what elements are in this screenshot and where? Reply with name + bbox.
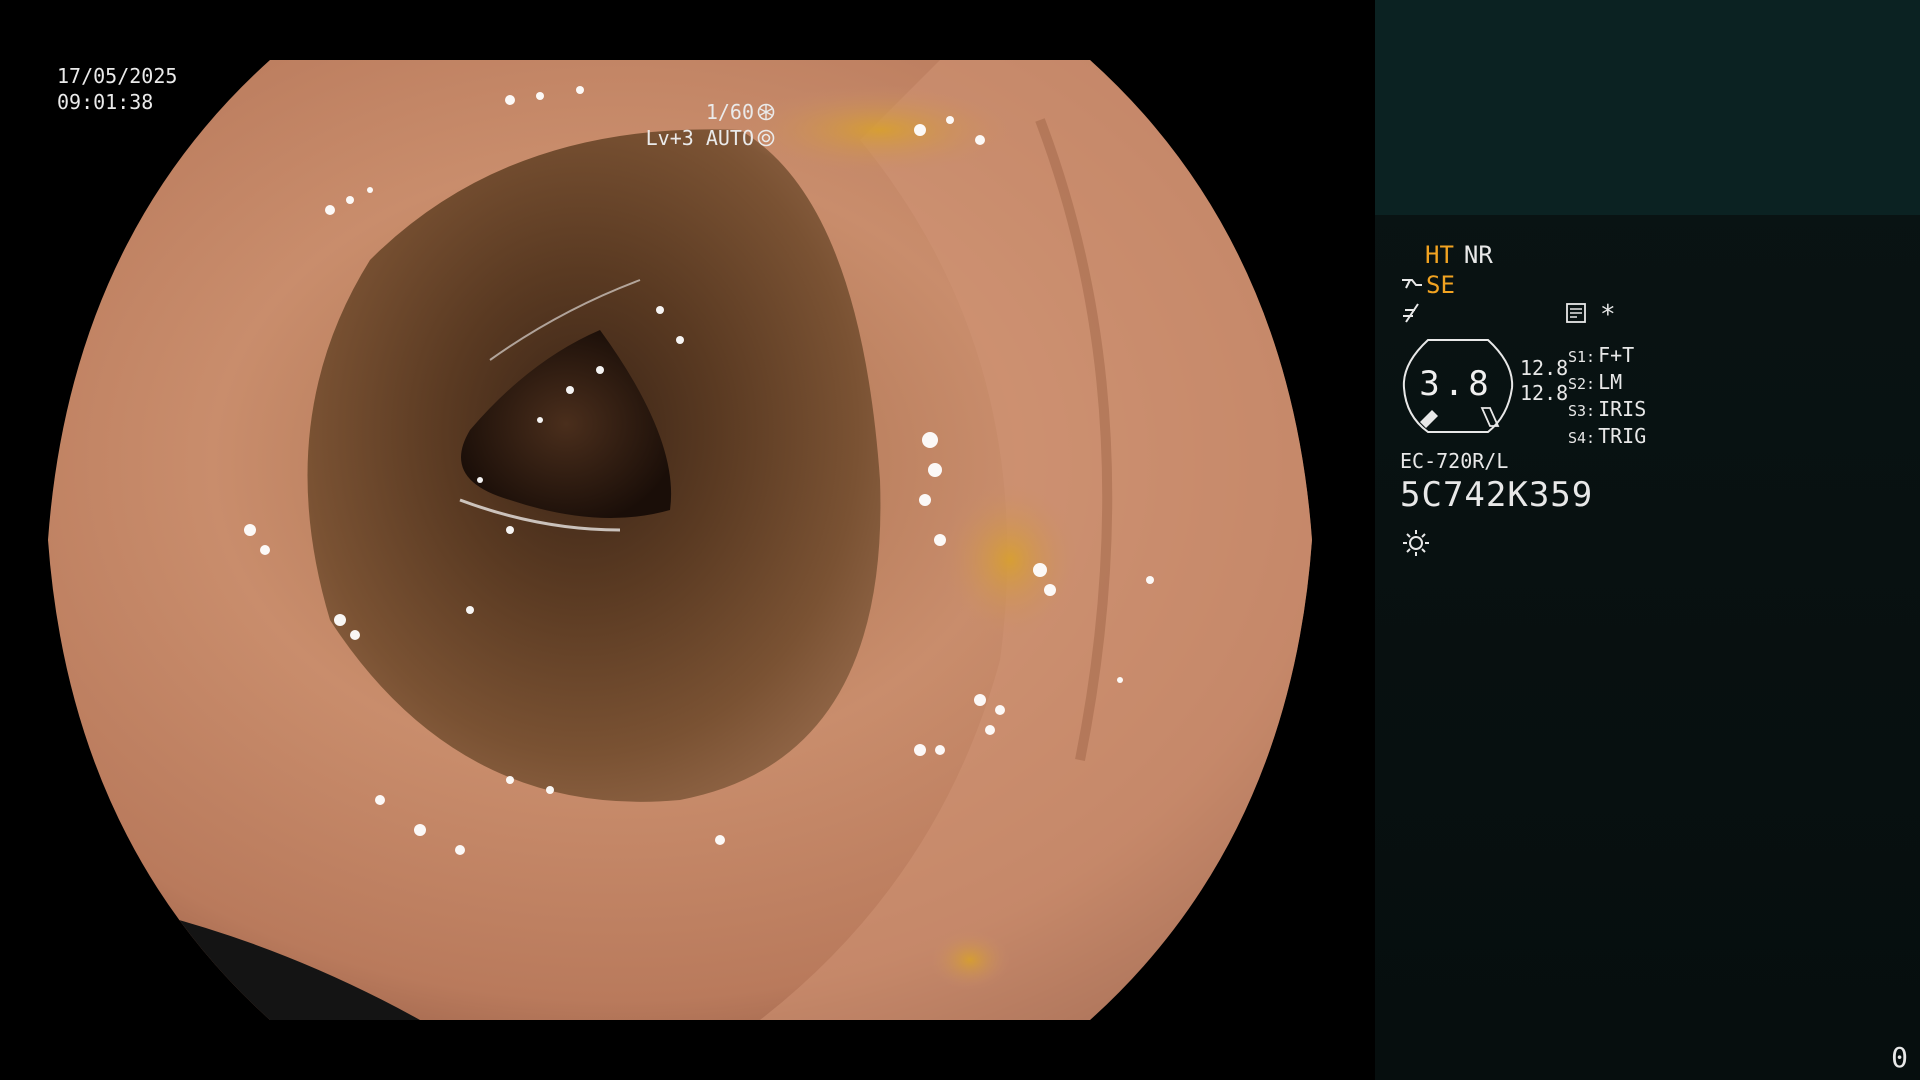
processor-status: HT NR SE * 3.8 12.8 12.8 S1: F+T S2: LM … bbox=[1400, 240, 1900, 562]
scope-switch-list: S1: F+T S2: LM S3: IRIS S4: TRIG bbox=[1568, 343, 1646, 451]
endoscope-video-area: 17/05/2025 09:01:38 1/60 Lv+3 AUTO bbox=[0, 0, 1375, 1080]
enhance-row: SE bbox=[1400, 270, 1900, 300]
scope-model: EC-720R/L bbox=[1400, 449, 1509, 473]
gauge-block: 3.8 12.8 12.8 S1: F+T S2: LM S3: IRIS S4: TR… bbox=[1400, 336, 1900, 448]
switch-prefix: S4: bbox=[1568, 429, 1596, 447]
switch-label: LM bbox=[1598, 370, 1623, 394]
switch-row: S2: LM bbox=[1568, 370, 1646, 397]
switch-label: F+T bbox=[1598, 343, 1635, 367]
ht-mode-label: HT bbox=[1425, 241, 1454, 269]
switch-label: TRIG bbox=[1598, 424, 1647, 448]
shutter-row: 1/60 bbox=[646, 99, 775, 125]
light-icon bbox=[1403, 530, 1429, 556]
date-text: 17/05/2025 bbox=[57, 64, 178, 88]
freeze-icon bbox=[1403, 303, 1419, 323]
nr-mode-label: NR bbox=[1463, 241, 1493, 269]
gauge-readout-1: 12.8 bbox=[1520, 356, 1569, 380]
gauge-readout-2: 12.8 bbox=[1520, 381, 1569, 405]
switch-label: IRIS bbox=[1598, 397, 1647, 421]
switch-prefix: S2: bbox=[1568, 375, 1596, 393]
mode-row: HT NR bbox=[1425, 240, 1900, 270]
exposure-text: Lv+3 AUTO bbox=[645, 126, 754, 150]
se-mode-label: SE bbox=[1426, 271, 1455, 299]
image-counter: 0 bbox=[1891, 1041, 1908, 1074]
switch-prefix: S3: bbox=[1568, 402, 1596, 420]
scope-tip-icon bbox=[1402, 279, 1422, 289]
switch-row: S1: F+T bbox=[1568, 343, 1646, 370]
switch-row: S4: TRIG bbox=[1568, 424, 1646, 451]
exposure-row: Lv+3 AUTO bbox=[646, 125, 775, 151]
gauge-value: 3.8 bbox=[1419, 364, 1493, 404]
memory-icon bbox=[1566, 303, 1586, 323]
switch-prefix: S1: bbox=[1568, 348, 1596, 366]
exposure-overlay: 1/60 Lv+3 AUTO bbox=[646, 99, 775, 151]
info-side-panel: HT NR SE * 3.8 12.8 12.8 S1: F+T S2: LM … bbox=[1375, 0, 1920, 1080]
gauge-readouts: 12.8 12.8 bbox=[1520, 356, 1568, 406]
time-text: 09:01:38 bbox=[57, 90, 154, 114]
switch-row: S3: IRIS bbox=[1568, 397, 1646, 424]
side-panel-header bbox=[1375, 0, 1920, 215]
shutter-speed-text: 1/60 bbox=[705, 100, 754, 124]
date-time-overlay: 17/05/2025 09:01:38 bbox=[57, 63, 177, 115]
scope-serial-number: 5C742K359 bbox=[1400, 475, 1594, 515]
icon-row: * bbox=[1400, 300, 1900, 330]
endoscopic-image bbox=[48, 60, 1312, 1020]
iris-icon bbox=[757, 129, 775, 147]
asterisk-indicator: * bbox=[1600, 300, 1616, 330]
shutter-icon bbox=[757, 103, 775, 121]
